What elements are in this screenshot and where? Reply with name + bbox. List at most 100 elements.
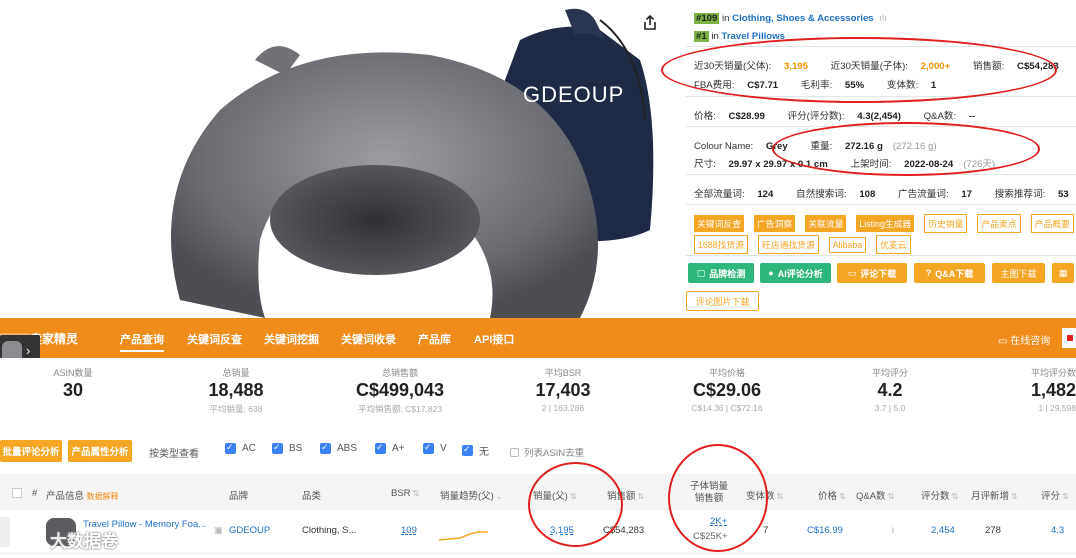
attribute-analysis-button[interactable]: 产品属性分析 [68, 440, 132, 462]
stat-avg-bsr: 平均BSR 17,403 2 | 163,286 [483, 358, 643, 413]
tag-keyword-reverse[interactable]: 关键词反查 [694, 215, 744, 232]
type-ac-checkbox[interactable]: AC [225, 442, 256, 454]
tag-listing-generator[interactable]: Listing生成器 [856, 215, 915, 232]
data-explain-link[interactable]: 数据解释 [87, 492, 119, 501]
product-image[interactable]: GDEOUP [0, 0, 672, 318]
brand-icon: ▣ [214, 525, 223, 536]
divider [686, 255, 1076, 256]
kw-natural: 108 [859, 189, 876, 200]
canada-flag-icon[interactable] [1062, 328, 1076, 348]
price-value: C$28.99 [728, 111, 765, 122]
stat-total-sales: 总销量 18,488 平均销量: 638 [156, 358, 316, 415]
tag-history-sales[interactable]: 历史销量 [924, 214, 968, 233]
col-category[interactable]: 品类 [302, 488, 321, 502]
tag-youmaiyun[interactable]: 优麦云 [876, 235, 911, 254]
sales-trend-sparkline[interactable] [438, 520, 490, 542]
rank-badge: #1 [694, 31, 709, 42]
col-price[interactable]: 价格 ⇅ [818, 488, 846, 502]
nav-product-query[interactable]: 产品查询 [120, 331, 164, 352]
col-ratings[interactable]: 评分数 ⇅ [921, 488, 958, 502]
col-bsr[interactable]: BSR ⇅ [391, 488, 419, 499]
brand-check-button[interactable]: ▢ 品牌检测 [688, 263, 754, 283]
tag-selling-points[interactable]: 产品卖点 [977, 214, 1021, 233]
type-none-checkbox[interactable]: 无 [462, 443, 489, 458]
col-qa[interactable]: Q&A数 ⇅ [856, 488, 894, 502]
label: Q&A下载 [935, 268, 974, 279]
row-checkbox[interactable] [0, 517, 10, 547]
online-consult-link[interactable]: ▭ 在线咨询 [998, 332, 1050, 347]
stat-label: 总销售额 [381, 368, 418, 378]
label: 广告流量词: [898, 189, 949, 200]
share-icon[interactable] [641, 14, 659, 32]
calculator-icon[interactable]: ▦ [1052, 263, 1074, 283]
nav-keyword-reverse[interactable]: 关键词反查 [187, 331, 242, 347]
qa-download-button[interactable]: ? Q&A下载 [914, 263, 985, 283]
stat-label: 平均评分数 [1030, 368, 1076, 378]
label: AC [242, 443, 256, 454]
stat-total-revenue: 总销售额 C$499,043 平均销售额: C$17,823 [320, 358, 480, 415]
label: 评分 [1041, 491, 1061, 502]
type-aplus-checkbox[interactable]: A+ [375, 442, 405, 454]
col-monthly-new[interactable]: 月评新增 ⇅ [971, 488, 1018, 502]
tag-related-traffic[interactable]: 关联流量 [805, 215, 847, 232]
label: 列表ASIN去重 [524, 448, 585, 459]
tag-wangdiantong[interactable]: 旺店通找货源 [757, 235, 819, 254]
label: 全部流量词: [694, 189, 745, 200]
sort-icon: ⇅ [951, 492, 959, 501]
review-image-download-button[interactable]: 评论图片下载 [686, 291, 759, 311]
col-rating[interactable]: 评分 ⇅ [1041, 488, 1069, 502]
stat-label: 平均评分 [871, 368, 908, 378]
bsr-link[interactable]: 109 [401, 525, 417, 536]
stat-sub: 2 | 163,286 [541, 403, 585, 413]
nav-api[interactable]: API接口 [474, 331, 514, 347]
nav-keyword-mining[interactable]: 关键词挖掘 [264, 331, 319, 347]
checkbox-checked-icon [375, 442, 386, 454]
chat-icon: ▭ [998, 336, 1008, 347]
label: V [440, 443, 447, 454]
label: BSR [391, 488, 411, 499]
sort-icon: ⇅ [637, 492, 645, 501]
tag-ad-insight[interactable]: 广告洞察 [754, 215, 796, 232]
stat-avg-price: 平均价格 C$29.06 C$14.36 | C$72.16 [647, 358, 807, 413]
col-hash: # [32, 488, 38, 499]
stat-sub: C$14.36 | C$72.16 [691, 403, 763, 413]
tag-alibaba[interactable]: Alibaba [828, 237, 867, 253]
variants-cell: 7 [763, 525, 769, 536]
kw-all: 124 [757, 189, 774, 200]
main-image-download-button[interactable]: 主图下载 [992, 263, 1045, 283]
nav-product-library[interactable]: 产品库 [418, 331, 451, 347]
stat-sub: 3.7 | 5.0 [874, 403, 906, 413]
rank-primary: #109 in Clothing, Shoes & Accessories ıl… [694, 13, 887, 24]
brand-link[interactable]: GDEOUP [229, 525, 270, 536]
batch-review-analysis-button[interactable]: 批量评论分析 [0, 440, 62, 462]
label: Colour Name: [694, 141, 754, 152]
screen: GDEOUP #109 in Clothing, Shoes & Accesso… [0, 0, 1076, 558]
type-v-checkbox[interactable]: V [423, 442, 447, 454]
annotation-circle [528, 462, 623, 547]
label: 评分数 [921, 491, 950, 502]
type-bs-checkbox[interactable]: BS [272, 442, 302, 454]
label: AI评论分析 [777, 268, 823, 279]
col-brand[interactable]: 品牌 [229, 488, 248, 502]
label: 无 [479, 447, 489, 458]
rating-cell: 4.3 [1051, 525, 1065, 536]
stat-sub: 平均销量: 638 [209, 404, 263, 414]
review-download-button[interactable]: ▭ 评论下载 [837, 263, 907, 283]
nav-keyword-index[interactable]: 关键词收录 [341, 331, 396, 347]
ai-review-button[interactable]: ● AI评论分析 [760, 263, 831, 283]
bar-chart-icon[interactable]: ılı [879, 13, 886, 24]
ratings-link[interactable]: 2,454 [931, 525, 955, 536]
col-sales-trend[interactable]: 销量趋势(父) ⌄ [440, 488, 503, 502]
rank-badge: #109 [694, 13, 720, 24]
price-cell: C$16.99 [807, 525, 843, 536]
select-all-checkbox[interactable] [12, 488, 22, 498]
kw-rec: 53 [1057, 189, 1069, 200]
stat-avg-rating-count: 平均评分数 1,482 1 | 29,598 [975, 358, 1076, 413]
stat-avg-rating: 平均评分 4.2 3.7 | 5.0 [810, 358, 970, 413]
rank-category-link[interactable]: Clothing, Shoes & Accessories [732, 13, 873, 24]
tag-1688[interactable]: 1688找货源 [694, 235, 748, 254]
checkbox-checked-icon [423, 442, 434, 454]
dedupe-checkbox[interactable]: 列表ASIN去重 [510, 445, 584, 459]
type-abs-checkbox[interactable]: ABS [320, 442, 357, 454]
tag-summary[interactable]: 产品概要 [1030, 214, 1074, 233]
